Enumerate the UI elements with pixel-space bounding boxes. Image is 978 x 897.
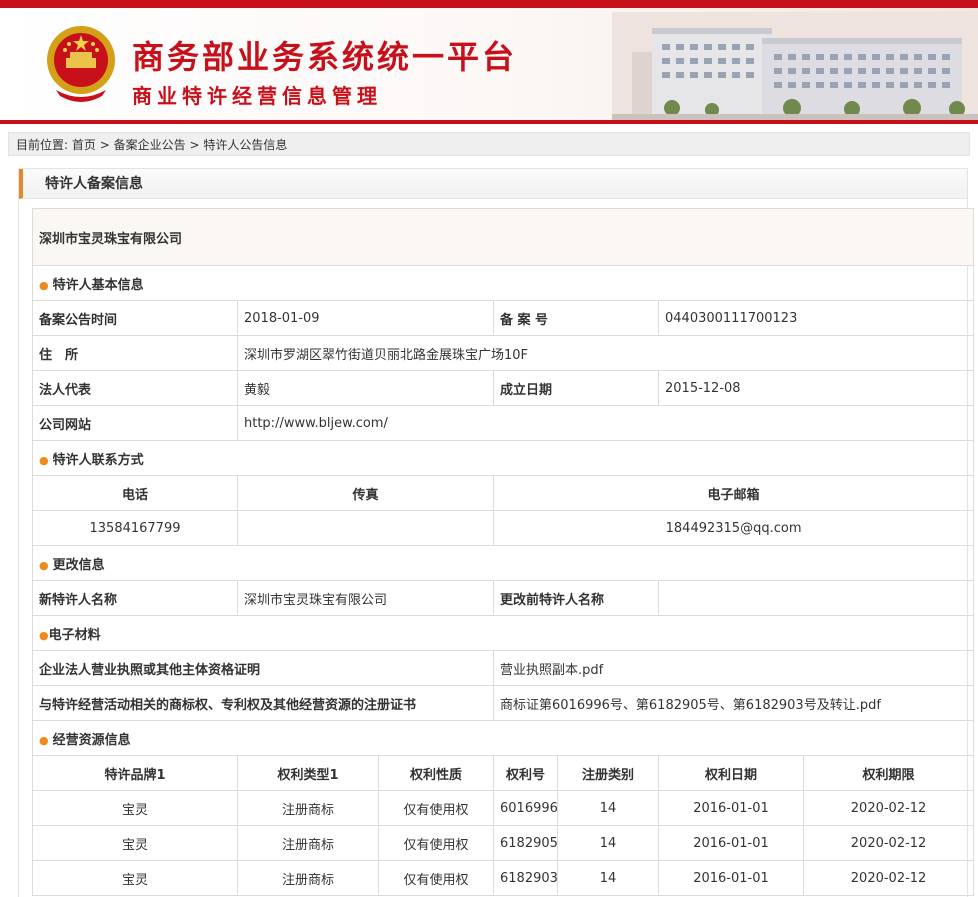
founded-date-value: 2015-12-08 [657, 370, 975, 406]
section-change-info-label: 更改信息 [52, 557, 105, 573]
breadcrumb-separator: > [99, 138, 110, 152]
resources-header-right-nature: 权利性质 [378, 755, 494, 791]
section-basic-info: ● 特许人基本信息 [31, 265, 975, 301]
website-value[interactable]: http://www.bljew.com/ [236, 405, 975, 441]
breadcrumb-separator: > [189, 138, 200, 152]
section-materials: ●电子材料 [31, 615, 975, 651]
new-name-label: 新特许人名称 [32, 580, 238, 616]
bullet-icon: ● [39, 628, 49, 642]
resources-header-term: 权利期限 [802, 755, 975, 791]
table-cell: 6016996 [493, 790, 558, 826]
license-file-link[interactable]: 营业执照副本.pdf [492, 650, 975, 686]
table-row: 宝灵 注册商标 仅有使用权 6016996 14 2016-01-01 2020… [32, 790, 975, 826]
website-label: 公司网站 [32, 405, 238, 441]
resources-header-right-type: 权利类型1 [237, 755, 379, 791]
table-cell: 14 [557, 860, 659, 896]
table-row: 宝灵 注册商标 仅有使用权 6182905 14 2016-01-01 2020… [32, 825, 975, 861]
resources-header-brand: 特许品牌1 [32, 755, 238, 791]
breadcrumb-link-announcements[interactable]: 备案企业公告 [114, 138, 186, 152]
section-contact-label: 特许人联系方式 [52, 452, 144, 468]
fax-header: 传真 [237, 475, 494, 511]
table-cell: 宝灵 [32, 825, 238, 861]
record-no-value: 0440300111700123 [657, 300, 975, 336]
breadcrumb-current: 特许人公告信息 [203, 138, 288, 152]
table-cell: 14 [557, 825, 659, 861]
bullet-icon: ● [39, 278, 49, 292]
section-change-info: ● 更改信息 [31, 545, 975, 581]
resources-header-right-no: 权利号 [493, 755, 558, 791]
section-basic-info-label: 特许人基本信息 [52, 277, 144, 293]
email-header: 电子邮箱 [492, 475, 975, 511]
address-value: 深圳市罗湖区翠竹街道贝丽北路金展珠宝广场10F [236, 335, 975, 371]
table-cell: 14 [557, 790, 659, 826]
table-row: 宝灵 注册商标 仅有使用权 6182903 14 2016-01-01 2020… [32, 860, 975, 896]
table-cell: 宝灵 [32, 790, 238, 826]
breadcrumb-link-home[interactable]: 首页 [72, 138, 96, 152]
section-materials-label: 电子材料 [48, 627, 101, 643]
table-cell: 注册商标 [237, 790, 379, 826]
old-name-value [657, 580, 975, 616]
section-resources-label: 经营资源信息 [52, 732, 131, 748]
trademark-label: 与特许经营活动相关的商标权、专利权及其他经营资源的注册证书 [32, 685, 494, 721]
table-cell: 宝灵 [32, 860, 238, 896]
legal-rep-value: 黄毅 [237, 370, 494, 406]
resources-header-class: 注册类别 [557, 755, 659, 791]
table-cell: 2016-01-01 [658, 790, 804, 826]
record-no-label: 备 案 号 [493, 300, 659, 336]
legal-rep-label: 法人代表 [32, 370, 238, 406]
table-cell: 注册商标 [237, 860, 379, 896]
ministry-building-image [612, 12, 978, 120]
section-resources: ● 经营资源信息 [31, 720, 975, 756]
section-contact: ● 特许人联系方式 [31, 440, 975, 476]
founded-date-label: 成立日期 [493, 370, 659, 406]
bullet-icon: ● [39, 453, 49, 467]
bullet-icon: ● [39, 558, 49, 572]
old-name-label: 更改前特许人名称 [493, 580, 659, 616]
breadcrumb: 目前位置: 首页 > 备案企业公告 > 特许人公告信息 [8, 132, 970, 156]
address-label: 住 所 [32, 335, 238, 371]
table-cell: 2020-02-12 [802, 825, 975, 861]
table-cell: 2016-01-01 [658, 825, 804, 861]
header-bottom-bar [0, 120, 978, 124]
new-name-value: 深圳市宝灵珠宝有限公司 [237, 580, 494, 616]
platform-title: 商务部业务系统统一平台 [132, 38, 518, 76]
table-cell: 仅有使用权 [378, 860, 494, 896]
trademark-file-link[interactable]: 商标证第6016996号、第6182905号、第6182903号及转让.pdf [492, 685, 975, 721]
table-cell: 仅有使用权 [378, 825, 494, 861]
table-cell: 注册商标 [237, 825, 379, 861]
phone-value: 13584167799 [32, 510, 238, 546]
breadcrumb-prefix: 目前位置: [16, 138, 69, 152]
phone-header: 电话 [32, 475, 238, 511]
resources-header-date: 权利日期 [658, 755, 804, 791]
platform-subtitle: 商业特许经营信息管理 [132, 84, 382, 108]
record-date-label: 备案公告时间 [32, 300, 238, 336]
table-cell: 2020-02-12 [802, 790, 975, 826]
table-cell: 6182905 [493, 825, 558, 861]
record-date-value: 2018-01-09 [237, 300, 494, 336]
table-cell: 仅有使用权 [378, 790, 494, 826]
national-emblem-icon [47, 26, 115, 102]
franchisor-info-table: 深圳市宝灵珠宝有限公司 ● 特许人基本信息 备案公告时间 2018-01-09 备… [31, 208, 975, 896]
company-name: 深圳市宝灵珠宝有限公司 [31, 208, 975, 266]
fax-value [237, 510, 494, 546]
bullet-icon: ● [39, 733, 49, 747]
site-header: 商务部业务系统统一平台 商业特许经营信息管理 [0, 0, 978, 124]
table-cell: 2020-02-12 [802, 860, 975, 896]
header-top-bar [0, 0, 978, 8]
table-cell: 2016-01-01 [658, 860, 804, 896]
email-value: 184492315@qq.com [492, 510, 975, 546]
table-cell: 6182903 [493, 860, 558, 896]
panel-title: 特许人备案信息 [19, 169, 967, 199]
license-label: 企业法人营业执照或其他主体资格证明 [32, 650, 494, 686]
